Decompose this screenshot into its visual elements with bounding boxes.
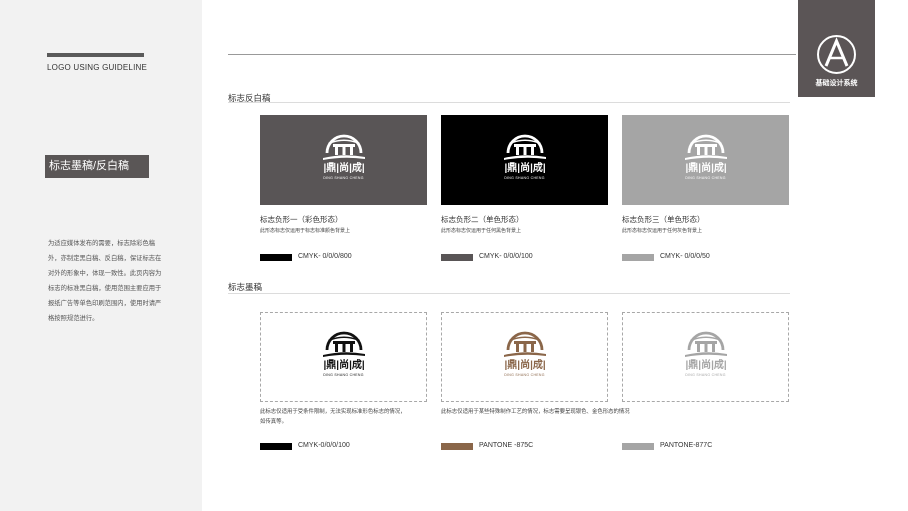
pavilion-emblem-icon [503, 134, 546, 160]
logo-subtitle: DING SHANG CHENG [685, 176, 726, 180]
reverse-caption: 标志负形三（单色形态） [622, 215, 705, 224]
logo-wordmark: |鼎|尚|成| [685, 360, 727, 371]
logo-wordmark: |鼎|尚|成| [323, 360, 365, 371]
guide-title: LOGO USING GUIDELINE [47, 63, 148, 72]
corner-badge-text: 基础设计系统 [815, 80, 858, 87]
reverse-logo-card: |鼎|尚|成| DING SHANG CHENG [441, 115, 608, 205]
brand-logo: |鼎|尚|成| DING SHANG CHENG [500, 328, 550, 386]
color-swatch [622, 254, 654, 261]
color-swatch [260, 443, 292, 450]
ink-note: 此标志仅适用于受条件限制，无法实现标准形色标志的情况，如传真等。 [260, 409, 406, 425]
ink-note: 此标志仅适用于某些特殊制作工艺的情况，标志需要呈现银色、金色形态的情况 [441, 409, 630, 415]
color-code: CMYK-0/0/0/100 [298, 442, 350, 449]
pavilion-emblem-icon [684, 331, 727, 357]
sidebar: LOGO USING GUIDELINE 标志墨稿/反白稿 为适应媒体发布的需要… [0, 0, 202, 511]
corner-badge: 基础设计系统 [798, 0, 875, 97]
section-description: 为适应媒体发布的需要，标志除彩色稿外，亦制定黑白稿、反白稿，保证标志在对外的形象… [48, 240, 162, 322]
pavilion-emblem-icon [322, 331, 365, 357]
ink-logo-card: |鼎|尚|成| DING SHANG CHENG [260, 312, 427, 402]
color-code: CMYK- 0/0/0/800 [298, 253, 352, 260]
reverse-heading-divider [228, 102, 790, 103]
pavilion-emblem-icon [684, 134, 727, 160]
color-swatch [441, 254, 473, 261]
ink-heading-divider [228, 293, 790, 294]
color-swatch [260, 254, 292, 261]
color-swatch [622, 443, 654, 450]
section-title: 标志墨稿/反白稿 [45, 155, 149, 178]
brand-logo: |鼎|尚|成| DING SHANG CHENG [319, 328, 369, 386]
brand-logo: |鼎|尚|成| DING SHANG CHENG [681, 131, 731, 189]
color-code: PANTONE-877C [660, 442, 713, 449]
ink-heading: 标志墨稿 [228, 282, 263, 292]
logo-wordmark: |鼎|尚|成| [504, 163, 546, 174]
a-monogram-icon [817, 35, 856, 74]
reverse-subcaption: 此形态标志仅运用于任何黑色背景上 [441, 228, 522, 234]
ink-logo-card: |鼎|尚|成| DING SHANG CHENG [441, 312, 608, 402]
reverse-subcaption: 此形态标志仅运用于任何灰色背景上 [622, 228, 703, 234]
brand-logo: |鼎|尚|成| DING SHANG CHENG [681, 328, 731, 386]
logo-subtitle: DING SHANG CHENG [504, 373, 545, 377]
sidebar-accent-bar [47, 53, 144, 57]
logo-wordmark: |鼎|尚|成| [323, 163, 365, 174]
ink-logo-card: |鼎|尚|成| DING SHANG CHENG [622, 312, 789, 402]
brand-logo: |鼎|尚|成| DING SHANG CHENG [500, 131, 550, 189]
logo-subtitle: DING SHANG CHENG [323, 176, 364, 180]
reverse-caption: 标志负形二（单色形态） [441, 215, 524, 224]
reverse-subcaption: 此形态标志仅运用于标志标准颜色背景上 [260, 228, 351, 234]
color-swatch [441, 443, 473, 450]
logo-subtitle: DING SHANG CHENG [323, 373, 364, 377]
pavilion-emblem-icon [322, 134, 365, 160]
reverse-logo-card: |鼎|尚|成| DING SHANG CHENG [622, 115, 789, 205]
brand-logo: |鼎|尚|成| DING SHANG CHENG [319, 131, 369, 189]
logo-wordmark: |鼎|尚|成| [504, 360, 546, 371]
color-code: PANTONE -875C [479, 442, 534, 449]
color-code: CMYK- 0/0/0/50 [660, 253, 710, 260]
pavilion-emblem-icon [503, 331, 546, 357]
color-code: CMYK- 0/0/0/100 [479, 253, 533, 260]
logo-wordmark: |鼎|尚|成| [685, 163, 727, 174]
reverse-caption: 标志负形一（彩色形态） [260, 215, 343, 224]
logo-subtitle: DING SHANG CHENG [504, 176, 545, 180]
logo-subtitle: DING SHANG CHENG [685, 373, 726, 377]
reverse-logo-card: |鼎|尚|成| DING SHANG CHENG [260, 115, 427, 205]
top-divider [228, 54, 796, 55]
